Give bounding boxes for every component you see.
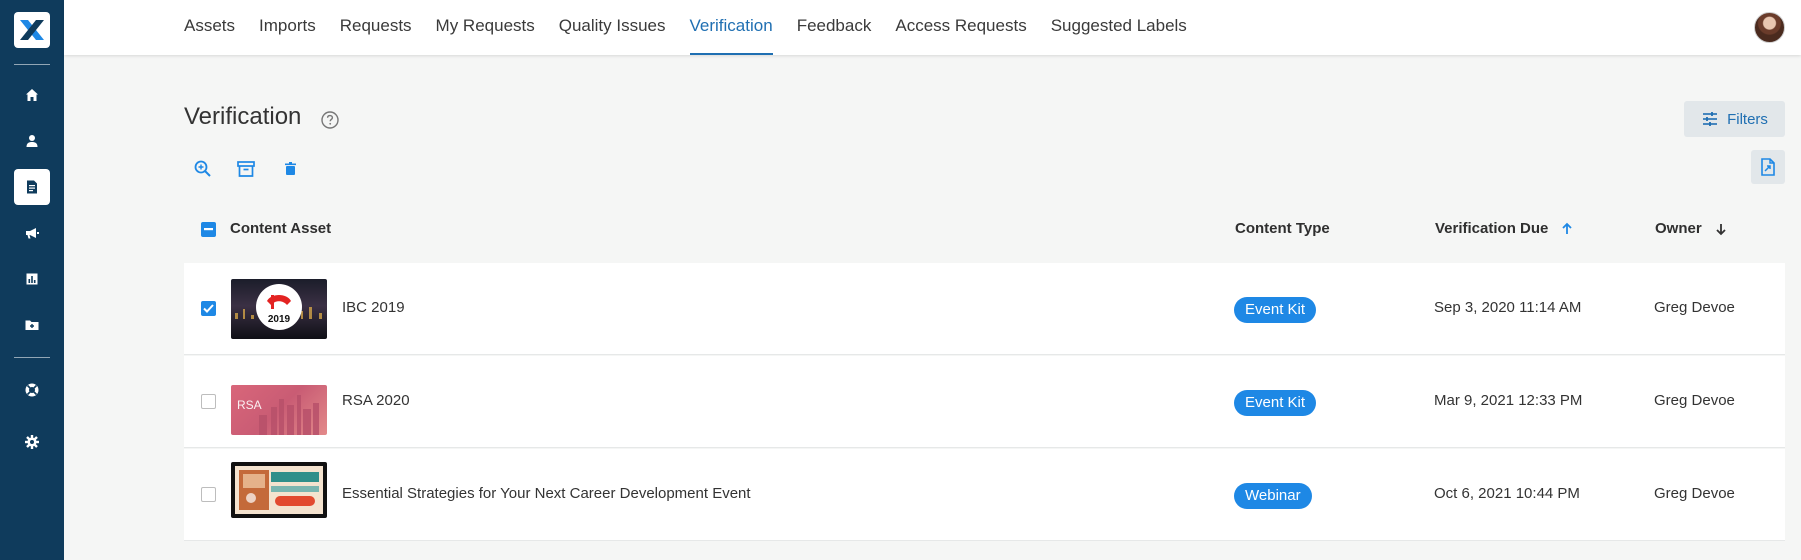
- content-type-badge: Event Kit: [1234, 390, 1317, 416]
- content-type-badge: Event Kit: [1234, 297, 1317, 323]
- person-icon: [26, 135, 38, 147]
- sliders-icon: [1703, 112, 1718, 126]
- webinar-thumbnail: [235, 466, 323, 514]
- column-header-owner-label: Owner: [1655, 220, 1702, 237]
- table-header: Content Asset Content Type Verification …: [184, 214, 1785, 246]
- owner-name: Greg Devoe: [1654, 485, 1735, 502]
- sidebar-item-content[interactable]: [14, 169, 50, 205]
- asset-thumbnail[interactable]: [231, 462, 327, 518]
- tab-suggested-labels[interactable]: Suggested Labels: [1051, 0, 1187, 55]
- rsa-cityscape-thumbnail: RSA: [237, 395, 319, 435]
- tab-my-requests[interactable]: My Requests: [436, 0, 535, 55]
- owner-name: Greg Devoe: [1654, 299, 1735, 316]
- minus-icon: [204, 228, 213, 231]
- thumbnail-year-text: 2019: [268, 314, 291, 325]
- asset-thumbnail[interactable]: 2019: [231, 279, 327, 339]
- sort-descending-icon[interactable]: [1714, 222, 1728, 236]
- tab-imports[interactable]: Imports: [259, 0, 316, 55]
- ibc-logo-thumbnail: 2019: [235, 284, 322, 330]
- thumbnail-text: RSA: [237, 398, 262, 412]
- tab-assets[interactable]: Assets: [184, 0, 235, 55]
- asset-name[interactable]: Essential Strategies for Your Next Caree…: [342, 485, 751, 502]
- file-export-icon: [1761, 158, 1775, 176]
- sidebar-divider: [14, 64, 50, 65]
- content-type-badge: Webinar: [1234, 483, 1312, 509]
- help-ring-icon: [25, 383, 39, 397]
- app-logo[interactable]: [14, 12, 50, 48]
- table-row[interactable]: 2019 IBC 2019 Event Kit Sep 3, 2020 11:1…: [184, 263, 1785, 355]
- logo-x-icon: [20, 20, 44, 40]
- filters-button[interactable]: Filters: [1684, 101, 1785, 137]
- home-icon: [26, 89, 38, 101]
- megaphone-icon: [26, 228, 39, 239]
- column-header-asset-label: Content Asset: [230, 220, 332, 237]
- bar-chart-icon: [26, 273, 38, 285]
- column-header-asset[interactable]: Content Asset: [230, 220, 331, 237]
- table-row[interactable]: Essential Strategies for Your Next Caree…: [184, 449, 1785, 541]
- column-header-due-label: Verification Due: [1435, 220, 1549, 237]
- row-checkbox[interactable]: [201, 487, 216, 502]
- column-header-due[interactable]: Verification Due: [1435, 220, 1574, 237]
- owner-name: Greg Devoe: [1654, 392, 1735, 409]
- folder-icon: [25, 320, 39, 330]
- column-header-type-label: Content Type: [1235, 220, 1330, 237]
- tab-feedback[interactable]: Feedback: [797, 0, 872, 55]
- top-nav-tabs: Assets Imports Requests My Requests Qual…: [184, 0, 1211, 55]
- archive-icon[interactable]: [236, 159, 256, 179]
- verification-due: Oct 6, 2021 10:44 PM: [1434, 485, 1580, 502]
- column-header-owner[interactable]: Owner: [1655, 220, 1728, 237]
- filters-label: Filters: [1727, 110, 1768, 128]
- tab-verification[interactable]: Verification: [689, 0, 773, 55]
- document-icon: [27, 180, 37, 194]
- zoom-search-icon[interactable]: [193, 159, 213, 179]
- table-row[interactable]: RSA RSA 2020 Event Kit Mar 9, 2021 12:33…: [184, 356, 1785, 448]
- sidebar-item-settings[interactable]: [14, 424, 50, 460]
- sidebar-item-people[interactable]: [14, 123, 50, 159]
- sidebar: [0, 0, 64, 560]
- asset-thumbnail[interactable]: RSA: [231, 385, 327, 435]
- help-circle-icon[interactable]: [320, 110, 340, 130]
- asset-name[interactable]: RSA 2020: [342, 392, 410, 409]
- export-button[interactable]: [1751, 150, 1785, 184]
- tab-requests[interactable]: Requests: [340, 0, 412, 55]
- tab-access-requests[interactable]: Access Requests: [895, 0, 1026, 55]
- sort-ascending-icon[interactable]: [1560, 222, 1574, 236]
- top-nav-bar: Assets Imports Requests My Requests Qual…: [64, 0, 1801, 55]
- checkmark-icon: [203, 304, 214, 313]
- user-avatar[interactable]: [1754, 12, 1785, 43]
- tab-quality-issues[interactable]: Quality Issues: [559, 0, 666, 55]
- verification-due: Mar 9, 2021 12:33 PM: [1434, 392, 1583, 409]
- page-title: Verification: [184, 103, 302, 130]
- sidebar-item-support[interactable]: [14, 372, 50, 408]
- row-checkbox[interactable]: [201, 394, 216, 409]
- sidebar-item-campaigns[interactable]: [14, 215, 50, 251]
- trash-icon[interactable]: [281, 159, 301, 179]
- sidebar-item-home[interactable]: [14, 77, 50, 113]
- select-all-checkbox[interactable]: [201, 222, 216, 237]
- row-checkbox[interactable]: [201, 301, 216, 316]
- gear-icon: [25, 435, 39, 449]
- asset-name[interactable]: IBC 2019: [342, 299, 405, 316]
- verification-due: Sep 3, 2020 11:14 AM: [1434, 299, 1582, 316]
- sidebar-item-analytics[interactable]: [14, 261, 50, 297]
- sidebar-item-folders[interactable]: [14, 307, 50, 343]
- sidebar-divider: [14, 357, 50, 358]
- column-header-type[interactable]: Content Type: [1235, 220, 1330, 237]
